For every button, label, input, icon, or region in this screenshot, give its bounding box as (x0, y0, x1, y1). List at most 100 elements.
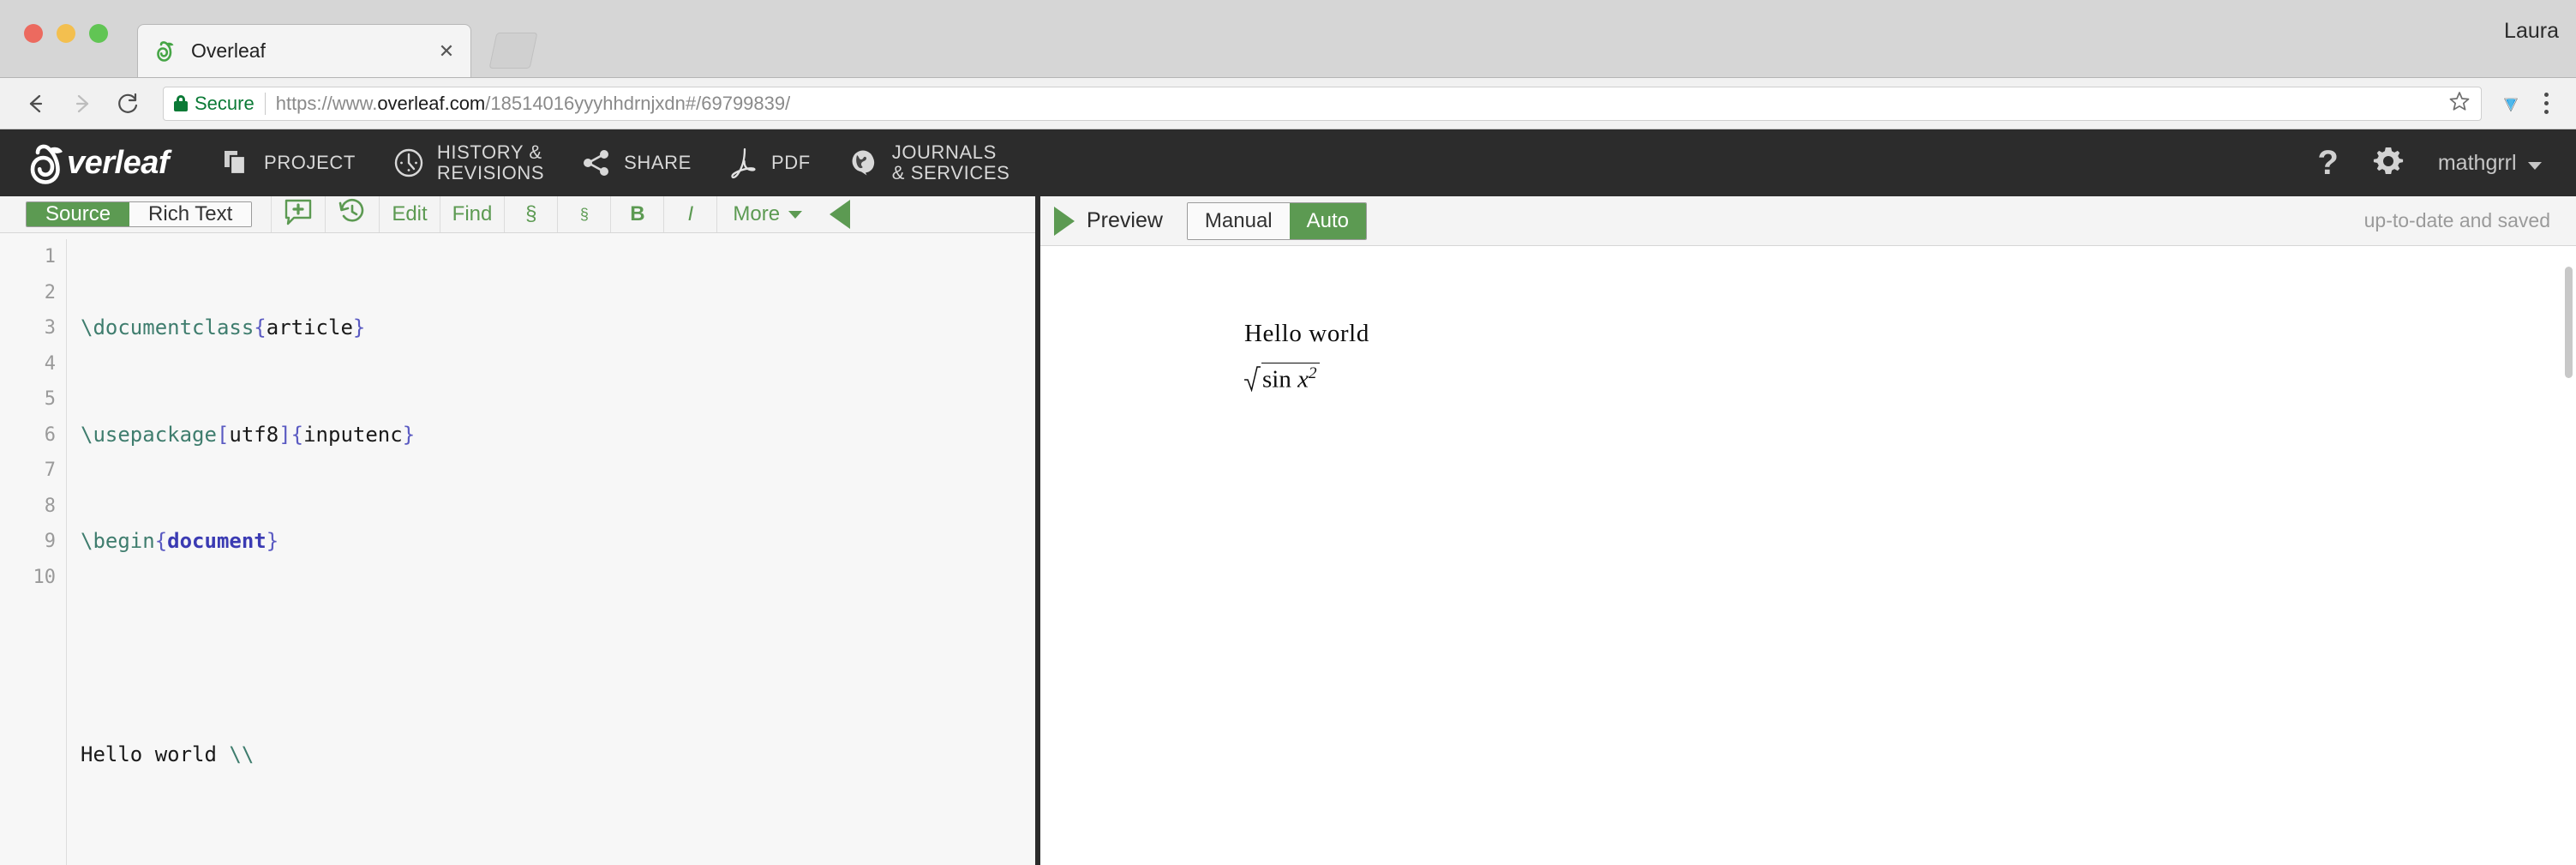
forward-button[interactable] (62, 83, 103, 124)
code-line (81, 631, 1035, 667)
nav-item-journals-services-label: JOURNALS & SERVICES (892, 142, 1010, 183)
browser-profile-name[interactable]: Laura (2504, 19, 2559, 44)
nav-item-share[interactable]: SHARE (580, 129, 692, 196)
security-status-label: Secure (195, 93, 255, 115)
preview-pane: Preview Manual Auto up-to-date and saved… (1040, 196, 2576, 865)
star-icon[interactable] (2435, 90, 2471, 117)
url-scheme: https://www. (276, 93, 378, 114)
share-nodes-icon (580, 147, 613, 179)
workspace: Source Rich Text (0, 196, 2576, 865)
window-close-button[interactable] (24, 24, 43, 43)
new-tab-button[interactable] (489, 33, 538, 69)
history-undo-icon (338, 197, 367, 232)
source-mode-button[interactable]: Source (27, 202, 129, 226)
nav-item-history-revisions-label: HISTORY & REVISIONS (437, 142, 544, 183)
bold-button[interactable]: B (610, 196, 663, 232)
address-bar[interactable]: Secure https://www.overleaf.com/18514016… (163, 87, 2482, 121)
line-number: 9 (0, 524, 56, 560)
user-menu-label: mathgrrl (2438, 151, 2517, 175)
code-editor[interactable]: 1 2 3 4 5 6 7 8 9 10 \documentclass{arti… (0, 233, 1035, 865)
nav-item-journals-services[interactable]: JOURNALS & SERVICES (847, 129, 1010, 196)
line-number: 4 (0, 346, 56, 382)
gear-icon[interactable] (2371, 144, 2405, 183)
address-bar-url: https://www.overleaf.com/18514016yyyhhdr… (276, 93, 791, 115)
back-button[interactable] (15, 83, 57, 124)
overleaf-navbar: verleaf PROJECT HISTORY & REVISIONS (0, 129, 2576, 196)
help-icon[interactable]: ? (2317, 146, 2338, 180)
nav-item-project[interactable]: PROJECT (222, 129, 356, 196)
lock-icon (174, 95, 188, 111)
gem-extension-icon[interactable] (2494, 87, 2528, 121)
find-button[interactable]: Find (440, 196, 505, 232)
browser-toolbar: Secure https://www.overleaf.com/18514016… (0, 78, 2576, 129)
pdf-icon (728, 146, 760, 180)
arrow-right-icon (69, 91, 95, 117)
code-lines[interactable]: \documentclass{article} \usepackage[utf8… (67, 239, 1035, 865)
window-maximize-button[interactable] (89, 24, 108, 43)
nav-item-project-label: PROJECT (264, 153, 356, 173)
editor-pane: Source Rich Text (0, 196, 1040, 865)
compile-auto-button[interactable]: Auto (1290, 203, 1366, 239)
italic-button[interactable]: I (663, 196, 716, 232)
section-button[interactable]: § (504, 196, 557, 232)
more-button-label: More (733, 202, 780, 226)
browser-tab[interactable]: Overleaf ✕ (137, 24, 471, 77)
url-path: /18514016yyyhhdrnjxdn#/69799839/ (485, 93, 790, 114)
edit-button[interactable]: Edit (379, 196, 439, 232)
nav-item-pdf[interactable]: PDF (728, 129, 811, 196)
overleaf-logo[interactable]: verleaf (26, 141, 169, 184)
window-traffic-lights (24, 24, 108, 43)
line-number: 1 (0, 239, 56, 275)
pdf-math-function: sin (1262, 366, 1291, 393)
browser-tab-strip: Overleaf ✕ Laura (0, 0, 2576, 78)
pdf-scrollbar[interactable] (2565, 267, 2573, 378)
pdf-math-variable: x (1297, 366, 1309, 393)
code-line: \begin{document} (81, 524, 1035, 560)
line-number: 10 (0, 560, 56, 596)
save-status-label: up-to-date and saved (2364, 209, 2576, 232)
reload-icon (116, 91, 141, 117)
subsection-button[interactable]: § (557, 196, 610, 232)
globe-icon (847, 146, 881, 180)
line-number: 6 (0, 417, 56, 454)
chevron-down-icon (788, 211, 802, 219)
omnibox-divider (265, 93, 266, 115)
nav-item-history-revisions[interactable]: HISTORY & REVISIONS (392, 129, 544, 196)
nav-item-pdf-label: PDF (771, 153, 811, 173)
close-icon[interactable]: ✕ (434, 39, 458, 63)
editor-mode-toggle: Source Rich Text (26, 201, 252, 227)
add-comment-button[interactable] (271, 196, 325, 232)
add-comment-icon (284, 197, 313, 232)
overleaf-favicon-icon (155, 40, 177, 63)
three-dots-menu-icon[interactable] (2531, 85, 2561, 123)
pdf-page: Hello world sin x2 (1040, 246, 2576, 865)
more-button[interactable]: More (716, 196, 818, 232)
nav-item-share-label: SHARE (624, 153, 692, 173)
navbar-right-group: ? mathgrrl (2317, 144, 2555, 183)
compile-manual-button[interactable]: Manual (1188, 203, 1290, 239)
code-line: \usepackage[utf8]{inputenc} (81, 417, 1035, 454)
collapse-editor-pane-button[interactable] (830, 200, 850, 229)
rich-text-mode-button[interactable]: Rich Text (129, 202, 251, 226)
track-changes-history-button[interactable] (325, 196, 379, 232)
pdf-viewer[interactable]: Hello world sin x2 (1040, 246, 2576, 865)
clock-icon (392, 146, 426, 180)
line-number: 7 (0, 453, 56, 489)
line-number: 5 (0, 381, 56, 417)
code-line: \documentclass{article} (81, 310, 1035, 346)
line-number: 2 (0, 275, 56, 311)
browser-tab-title: Overleaf (191, 39, 434, 63)
preview-label: Preview (1087, 208, 1163, 233)
pdf-math-exponent: 2 (1309, 364, 1317, 382)
reload-button[interactable] (108, 83, 149, 124)
pdf-math-expression: sin x2 (1243, 363, 1320, 394)
window-minimize-button[interactable] (57, 24, 75, 43)
overleaf-logo-text: verleaf (67, 145, 169, 182)
user-menu[interactable]: mathgrrl (2438, 151, 2542, 176)
code-line (81, 844, 1035, 865)
editor-toolbar: Source Rich Text (0, 196, 1035, 233)
chevron-down-icon (2528, 162, 2542, 170)
expand-preview-pane-button[interactable] (1054, 207, 1075, 236)
pdf-text-hello-world: Hello world (1244, 320, 1369, 348)
compile-mode-toggle: Manual Auto (1187, 202, 1367, 240)
